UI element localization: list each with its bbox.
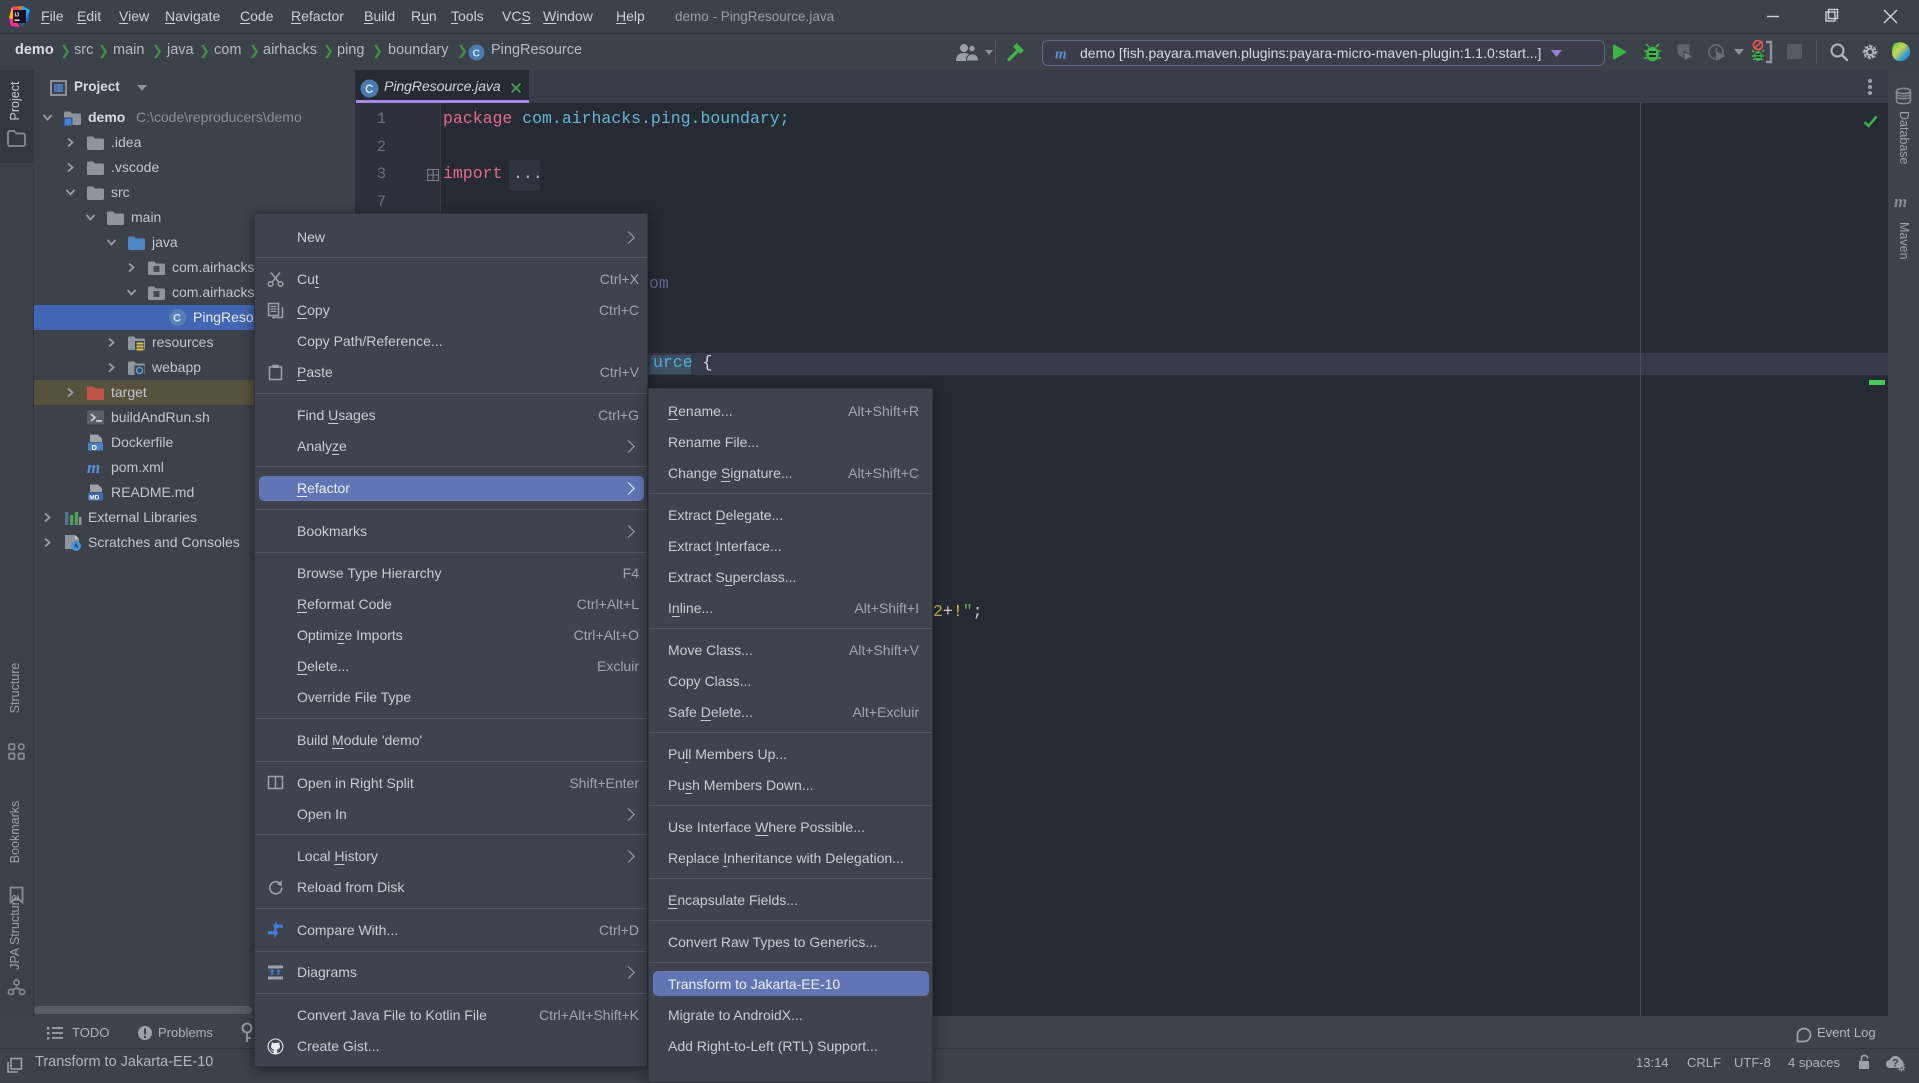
- svg-text:m: m: [1055, 46, 1067, 61]
- svg-text:C: C: [473, 48, 481, 60]
- svg-text:m: m: [1894, 194, 1907, 210]
- svg-text:IJ: IJ: [15, 13, 20, 19]
- svg-text:MD: MD: [89, 494, 99, 501]
- svg-text:C: C: [365, 84, 373, 96]
- svg-text:m: m: [87, 458, 100, 477]
- svg-text:D: D: [92, 443, 98, 452]
- svg-text:C: C: [173, 313, 181, 325]
